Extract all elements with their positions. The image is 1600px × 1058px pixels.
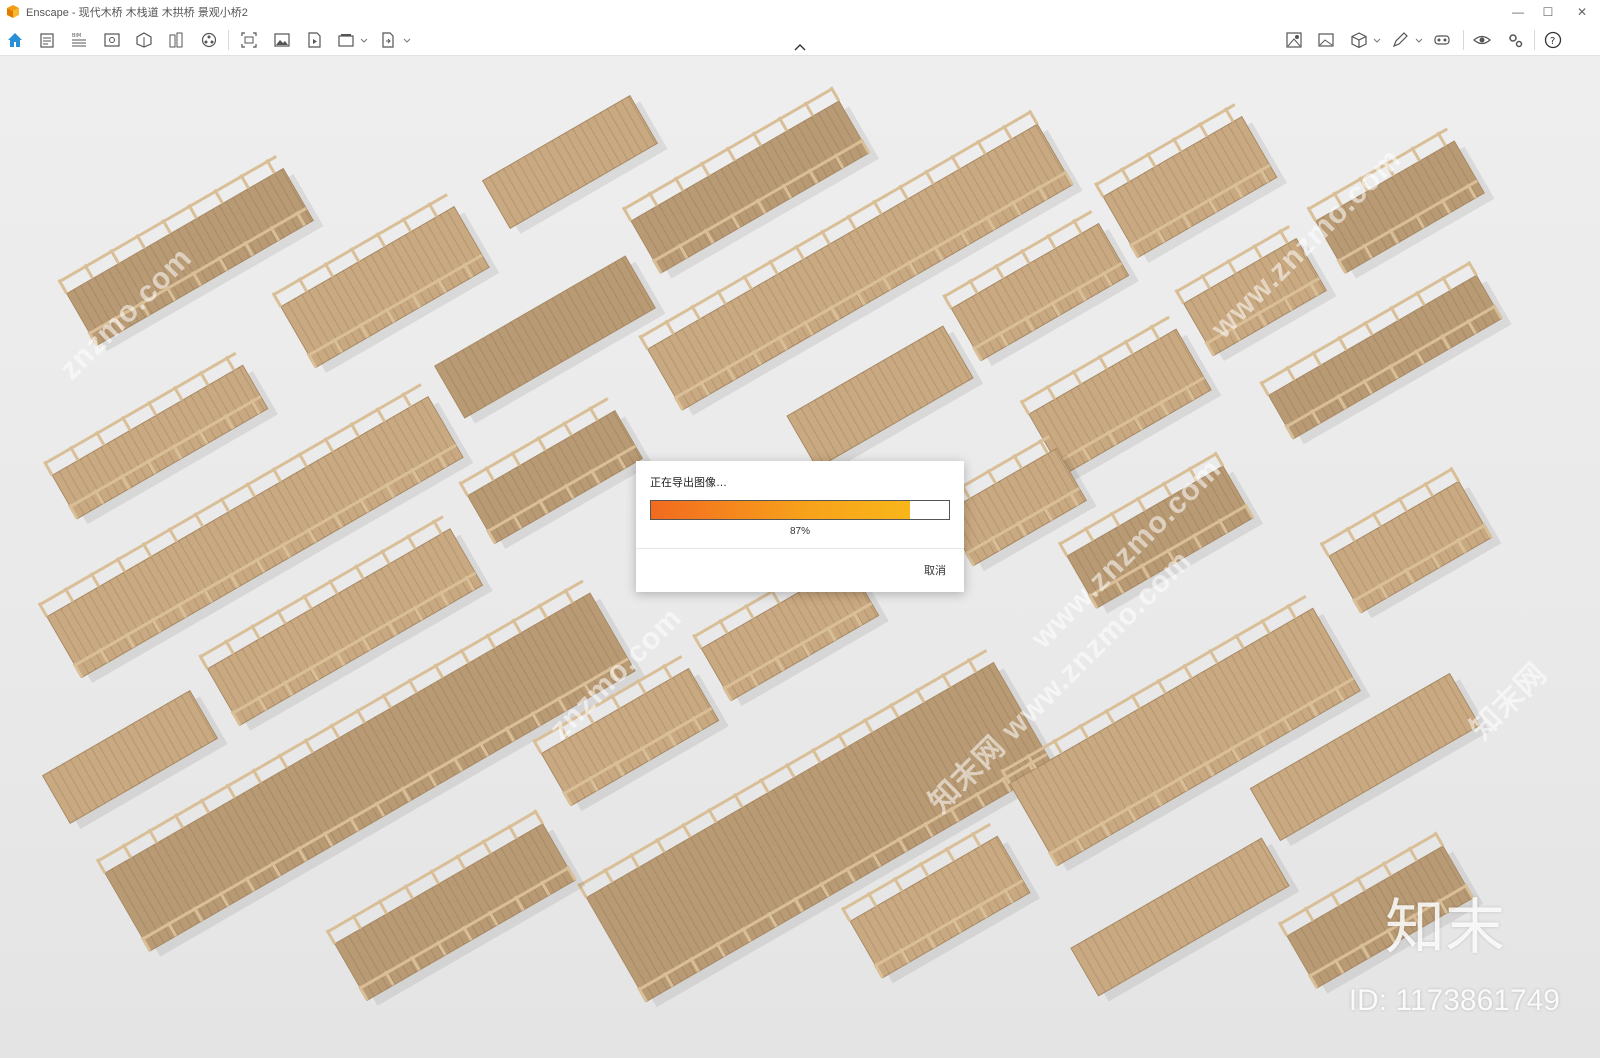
- bridge-model: [41, 690, 228, 829]
- visual-settings-icon: [1286, 32, 1302, 48]
- view-management-button[interactable]: [100, 29, 124, 51]
- dialog-divider: [636, 548, 964, 549]
- assets-icon: [201, 32, 217, 48]
- svg-text:?: ?: [1550, 36, 1555, 47]
- toolbar-separator: [228, 30, 229, 50]
- batch-render-icon: [338, 34, 354, 47]
- image-icon: [274, 33, 290, 47]
- export-progress-dialog: 正在导出图像… 87% 取消: [636, 461, 964, 592]
- notes-button[interactable]: [35, 29, 59, 51]
- progress-bar-fill: [651, 501, 911, 519]
- notes-icon: [40, 33, 54, 48]
- bridge-model: [1070, 837, 1300, 1002]
- window-title: Enscape - 现代木桥 木栈道 木拱桥 景观小桥2: [26, 7, 248, 19]
- bim-icon: BIM: [72, 33, 86, 47]
- eye-icon: [1473, 35, 1491, 45]
- video-editor-button[interactable]: [302, 29, 326, 51]
- brand-watermark: 知末: [1385, 893, 1505, 963]
- capture-icon: [1318, 33, 1334, 47]
- close-button[interactable]: ✕: [1564, 0, 1600, 24]
- help-button[interactable]: ?: [1541, 29, 1565, 51]
- progress-percent-label: 87%: [789, 526, 810, 537]
- render-image-button[interactable]: [270, 29, 294, 51]
- settings-button[interactable]: [1503, 29, 1527, 51]
- toolbar-separator: [1463, 30, 1464, 50]
- export-progress-bar: [650, 500, 950, 520]
- help-icon: ?: [1544, 31, 1562, 49]
- svg-text:BIM: BIM: [72, 33, 81, 39]
- view-mode-button[interactable]: [1347, 29, 1371, 51]
- export-status-message: 正在导出图像…: [650, 477, 727, 489]
- bridge-model: [458, 397, 653, 549]
- capture-button[interactable]: [1314, 29, 1338, 51]
- assets-button[interactable]: [197, 29, 221, 51]
- screenshot-icon: [241, 32, 257, 48]
- chevron-down-icon[interactable]: [403, 33, 411, 47]
- toolbar-separator: [1534, 30, 1535, 50]
- sketch-button[interactable]: [1388, 29, 1412, 51]
- settings-icon: [1509, 34, 1523, 48]
- enscape-window: Enscape - 现代木桥 木栈道 木拱桥 景观小桥2 — ☐ ✕ BIM ?…: [0, 0, 1600, 1058]
- bridge-model: [1093, 103, 1287, 263]
- home-icon: [8, 33, 22, 47]
- export-icon: [382, 32, 394, 48]
- live-view-button[interactable]: [1470, 29, 1494, 51]
- library-icon: [169, 32, 183, 48]
- chevron-down-icon[interactable]: [360, 33, 368, 47]
- view-icon: [104, 33, 120, 47]
- collapse-toolbar-chevron-up-icon[interactable]: [793, 42, 807, 52]
- materials-button[interactable]: [132, 29, 156, 51]
- title-bar: Enscape - 现代木桥 木栈道 木拱桥 景观小桥2 — ☐ ✕: [0, 0, 1600, 24]
- bridge-model: [786, 325, 984, 474]
- cube-icon: [1351, 32, 1367, 49]
- pen-icon: [1392, 32, 1408, 48]
- visual-settings-button[interactable]: [1282, 29, 1306, 51]
- screenshot-button[interactable]: [237, 29, 261, 51]
- maximize-button[interactable]: ☐: [1530, 0, 1566, 24]
- bim-button[interactable]: BIM: [67, 29, 91, 51]
- video-icon: [308, 32, 321, 48]
- bridge-model: [481, 95, 668, 234]
- materials-icon: [136, 32, 152, 48]
- home-button[interactable]: [3, 29, 27, 51]
- cancel-button[interactable]: 取消: [924, 562, 946, 578]
- chevron-down-icon[interactable]: [1415, 33, 1423, 47]
- vr-headset-button[interactable]: [1430, 29, 1454, 51]
- bridge-model: [1319, 466, 1502, 619]
- batch-render-button[interactable]: [334, 29, 358, 51]
- chevron-down-icon[interactable]: [1373, 33, 1381, 47]
- asset-library-button[interactable]: [164, 29, 188, 51]
- export-button[interactable]: [376, 29, 400, 51]
- enscape-logo-icon: [7, 5, 19, 18]
- id-watermark: ID: 1173861749: [1348, 984, 1560, 1017]
- vr-icon: [1434, 35, 1450, 45]
